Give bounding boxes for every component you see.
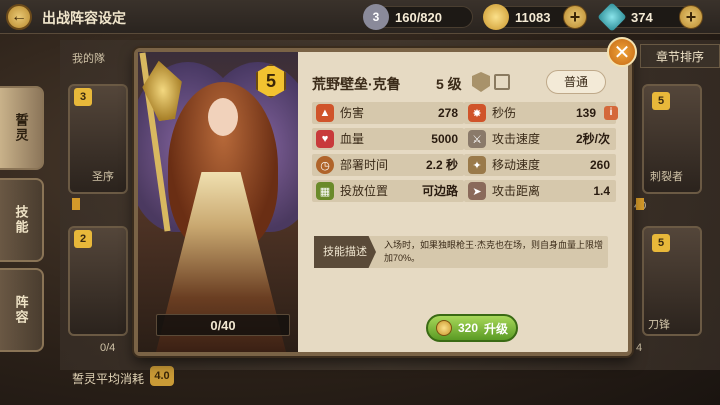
gold-value: 11083: [515, 9, 551, 25]
shield-badge-icon: 3: [363, 4, 389, 30]
background-card-label: 4: [636, 342, 643, 354]
top-bar: ← 出战阵容设定 3 160/820 11083 + 374 +: [0, 0, 720, 34]
stat-deploy-time: ◷ 部署时间 2.2 秒: [312, 154, 464, 176]
heart-icon: ♥: [316, 130, 334, 148]
face-art: [208, 98, 238, 136]
blue-gem-icon: [597, 2, 627, 32]
add-gold-button[interactable]: +: [563, 5, 587, 29]
stat-hp: ♥ 血量 5000: [312, 128, 464, 150]
skill-description: 入场时，如果独眼枪王·杰克也在场，则自身血量上限增加70%。: [384, 240, 603, 263]
rarity-badge: 普通: [546, 70, 606, 94]
chapter-sort-button[interactable]: 章节排序: [640, 44, 720, 68]
gold-coin-icon: [435, 320, 452, 336]
burst-icon: ✸: [468, 104, 486, 122]
skill-tag: 技能描述: [314, 236, 376, 268]
avg-cost-label: 誓灵平均消耗: [72, 372, 145, 386]
gem-resource: 374 +: [597, 2, 703, 32]
wing-icon: ✦: [468, 156, 486, 174]
add-gem-button[interactable]: +: [679, 5, 703, 29]
info-icon[interactable]: i: [604, 106, 618, 120]
stat-placement: ▦ 投放位置 可边路: [312, 180, 464, 202]
back-arrow-icon: ←: [11, 8, 27, 25]
tab-lineup[interactable]: 阵容: [0, 268, 44, 352]
background-card-label: 圣序: [92, 171, 114, 183]
back-button[interactable]: ←: [6, 4, 32, 30]
rank-shield-icon: [472, 72, 490, 92]
hero-portrait: 0/40: [138, 52, 298, 352]
background-card-label: 0/4: [100, 342, 116, 354]
stamina-value: 160/820: [395, 9, 442, 25]
book-icon[interactable]: [494, 74, 510, 90]
fragment-progress-text: 0/40: [210, 318, 236, 333]
sword-icon: ⚔: [468, 130, 486, 148]
avg-cost-value: 4.0: [150, 366, 174, 386]
clock-icon: ◷: [316, 156, 334, 174]
stamina-resource: 3 160/820: [363, 4, 473, 30]
hero-detail-modal: 0/40 5 荒野壁垒·克鲁 5 级 普通 ▲ 伤害 278 ♥ 血量 5000…: [134, 48, 632, 356]
gold-resource: 11083 +: [483, 4, 587, 30]
background-card-badge: 3: [74, 88, 92, 106]
background-card-badge: 2: [74, 230, 92, 248]
hero-name: 荒野壁垒·克鲁: [312, 76, 401, 92]
background-card-badge: 5: [652, 234, 670, 252]
background-card-badge: 5: [652, 92, 670, 110]
skill-description-box: 技能描述 入场时，如果独眼枪王·杰克也在场，则自身血量上限增加70%。: [314, 236, 608, 268]
tab-skills[interactable]: 技能: [0, 178, 44, 262]
grid-icon: ▦: [316, 182, 334, 200]
close-button[interactable]: ✕: [607, 37, 637, 67]
fragment-progress-bar: 0/40: [156, 314, 290, 336]
background-label-my-team: 我的隊: [72, 53, 105, 65]
upgrade-label: 升级: [484, 321, 509, 336]
stat-attack-speed: ⚔ 攻击速度 2秒/次: [464, 128, 616, 150]
tab-spirits[interactable]: 誓灵: [0, 86, 44, 170]
background-card-label: 刺裂者: [650, 171, 683, 183]
arrow-icon: ➤: [468, 182, 486, 200]
stat-damage: ▲ 伤害 278: [312, 102, 464, 124]
upgrade-cost: 320: [457, 321, 478, 335]
fire-icon: ▲: [316, 104, 334, 122]
gem-value: 374: [631, 9, 653, 25]
page-title: 出战阵容设定: [42, 10, 126, 26]
background-card-bar: [636, 198, 644, 210]
hero-level: 5 级: [436, 76, 462, 92]
close-icon: ✕: [613, 41, 631, 64]
stat-attack-range: ➤ 攻击距离 1.4: [464, 180, 616, 202]
stat-dps: ✸ 秒伤 139 i: [464, 102, 618, 124]
background-card-label: 刀锋: [648, 319, 670, 331]
stat-move-speed: ✦ 移动速度 260: [464, 154, 616, 176]
upgrade-button[interactable]: 320 升级: [426, 314, 518, 342]
background-card-bar: [72, 198, 80, 210]
gold-coin-icon: [483, 4, 509, 30]
